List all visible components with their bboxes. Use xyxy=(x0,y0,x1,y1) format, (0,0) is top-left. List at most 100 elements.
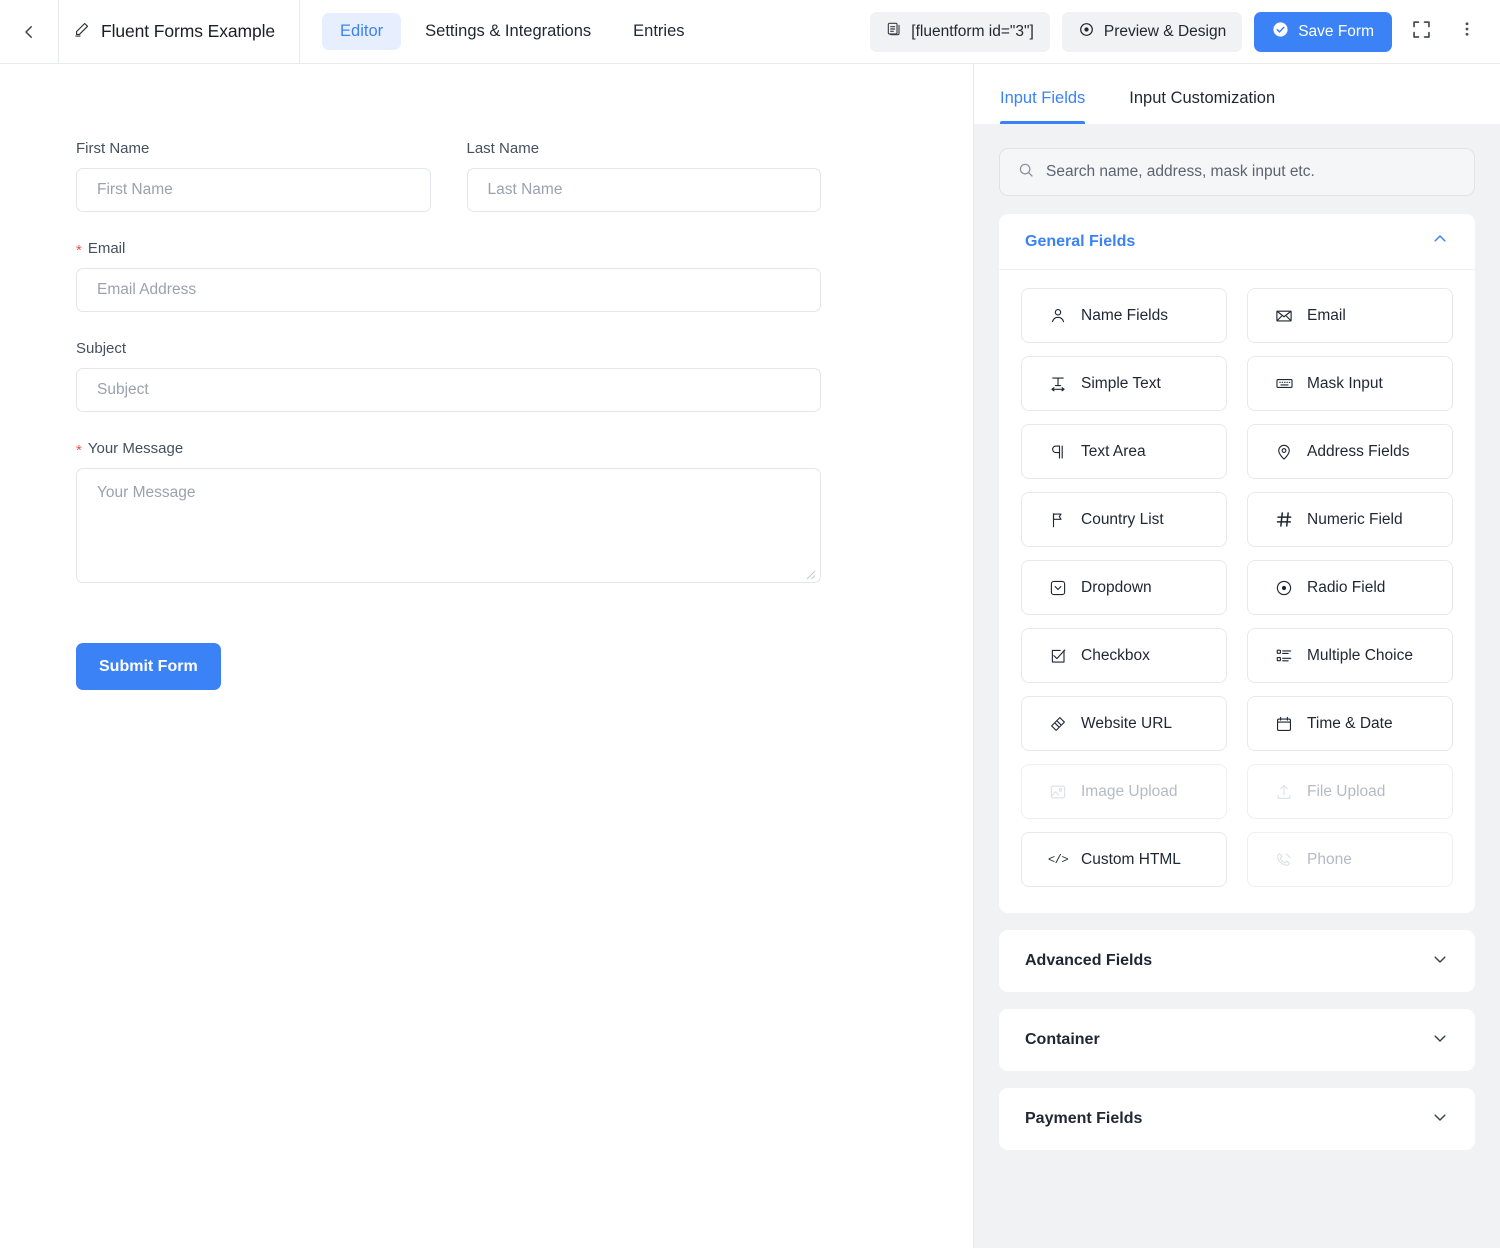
required-marker: * xyxy=(76,242,82,259)
field-button-image-upload: Image Upload xyxy=(1021,764,1227,819)
field-subject[interactable]: Subject Subject xyxy=(76,340,821,412)
field-button-time-date[interactable]: Time & Date xyxy=(1247,696,1453,751)
subject-label: Subject xyxy=(76,340,821,357)
field-button-multiple-choice[interactable]: Multiple Choice xyxy=(1247,628,1453,683)
first-name-label: First Name xyxy=(76,140,431,157)
field-label: Dropdown xyxy=(1081,578,1152,596)
shortcode-button[interactable]: [fluentform id="3"] xyxy=(870,11,1050,52)
panel-header-payment-fields[interactable]: Payment Fields xyxy=(999,1088,1475,1150)
preview-design-button[interactable]: Preview & Design xyxy=(1061,11,1243,52)
field-button-text-area[interactable]: Text Area xyxy=(1021,424,1227,479)
search-icon xyxy=(1018,162,1034,183)
field-label: Custom HTML xyxy=(1081,850,1181,868)
field-label: Country List xyxy=(1081,510,1164,528)
back-button[interactable] xyxy=(0,0,58,63)
field-label: Address Fields xyxy=(1307,442,1410,460)
field-button-custom-html[interactable]: </> Custom HTML xyxy=(1021,832,1227,887)
panel-header-container[interactable]: Container xyxy=(999,1009,1475,1071)
kebab-menu-icon xyxy=(1458,20,1476,43)
form-canvas: First Name First Name Last Name Last Nam… xyxy=(0,64,973,1248)
last-name-input[interactable]: Last Name xyxy=(466,168,821,212)
tab-input-customization[interactable]: Input Customization xyxy=(1129,89,1297,124)
panel-body-general-fields: Name Fields Email Simple Text Mask Input… xyxy=(999,269,1475,913)
sidebar-body: Search name, address, mask input etc. Ge… xyxy=(974,124,1500,1150)
field-label: Text Area xyxy=(1081,442,1146,460)
chevron-left-icon xyxy=(20,23,38,41)
tab-entries[interactable]: Entries xyxy=(615,13,702,50)
chevron-down-icon xyxy=(1431,1108,1449,1131)
panel-payment-fields: Payment Fields xyxy=(999,1088,1475,1150)
main-nav-tabs: Editor Settings & Integrations Entries xyxy=(322,13,702,50)
field-button-email[interactable]: Email xyxy=(1247,288,1453,343)
your-message-textarea[interactable]: Your Message xyxy=(76,468,821,583)
panel-header-general-fields[interactable]: General Fields xyxy=(999,214,1475,269)
field-button-checkbox[interactable]: Checkbox xyxy=(1021,628,1227,683)
fields-sidebar: Input Fields Input Customization Search … xyxy=(973,64,1500,1248)
your-message-placeholder: Your Message xyxy=(97,484,196,501)
field-label: Phone xyxy=(1307,850,1352,868)
form-title-block[interactable]: Fluent Forms Example xyxy=(58,0,301,63)
more-options-button[interactable] xyxy=(1450,15,1484,49)
code-tags-icon: </> xyxy=(1047,852,1069,867)
subject-label-text: Subject xyxy=(76,340,127,357)
field-button-website-url[interactable]: Website URL xyxy=(1021,696,1227,751)
keyboard-icon xyxy=(1274,374,1294,393)
field-label: Numeric Field xyxy=(1307,510,1403,528)
search-input[interactable]: Search name, address, mask input etc. xyxy=(999,148,1475,196)
text-width-icon xyxy=(1048,375,1068,393)
pencil-icon xyxy=(73,21,90,43)
save-form-label: Save Form xyxy=(1298,22,1374,40)
user-icon xyxy=(1048,307,1068,325)
field-button-dropdown[interactable]: Dropdown xyxy=(1021,560,1227,615)
field-first-name[interactable]: First Name First Name xyxy=(76,140,431,212)
topbar-actions: [fluentform id="3"] Preview & Design Sav… xyxy=(870,11,1500,52)
field-email[interactable]: * Email Email Address xyxy=(76,240,821,312)
resize-grip-icon[interactable] xyxy=(804,567,816,580)
first-name-input[interactable]: First Name xyxy=(76,168,431,212)
field-button-name-fields[interactable]: Name Fields xyxy=(1021,288,1227,343)
field-your-message[interactable]: * Your Message Your Message xyxy=(76,440,821,583)
email-field[interactable]: Email Address xyxy=(76,268,821,312)
radio-circle-icon xyxy=(1274,579,1294,597)
phone-icon xyxy=(1274,851,1294,869)
link-diamond-icon xyxy=(1048,715,1068,733)
sidebar-tabs: Input Fields Input Customization xyxy=(974,64,1500,124)
field-label: Time & Date xyxy=(1307,714,1393,732)
map-pin-icon xyxy=(1274,443,1294,461)
field-button-phone: Phone xyxy=(1247,832,1453,887)
field-button-file-upload: File Upload xyxy=(1247,764,1453,819)
panel-title-advanced-fields: Advanced Fields xyxy=(1025,952,1153,969)
paragraph-icon xyxy=(1048,443,1068,461)
tab-editor[interactable]: Editor xyxy=(322,13,402,50)
field-label: Image Upload xyxy=(1081,782,1178,800)
panel-title-payment-fields: Payment Fields xyxy=(1025,1110,1143,1127)
panel-advanced-fields: Advanced Fields xyxy=(999,930,1475,992)
field-label: Name Fields xyxy=(1081,306,1168,324)
tab-settings-integrations[interactable]: Settings & Integrations xyxy=(407,13,609,50)
upload-arrow-icon xyxy=(1274,783,1294,801)
field-button-numeric-field[interactable]: Numeric Field xyxy=(1247,492,1453,547)
field-button-address-fields[interactable]: Address Fields xyxy=(1247,424,1453,479)
chevron-up-icon xyxy=(1431,230,1449,253)
list-check-icon xyxy=(1274,647,1294,665)
subject-input[interactable]: Subject xyxy=(76,368,821,412)
field-button-mask-input[interactable]: Mask Input xyxy=(1247,356,1453,411)
field-button-radio-field[interactable]: Radio Field xyxy=(1247,560,1453,615)
field-button-country-list[interactable]: Country List xyxy=(1021,492,1227,547)
first-name-label-text: First Name xyxy=(76,140,150,157)
last-name-label-text: Last Name xyxy=(466,140,540,157)
field-last-name[interactable]: Last Name Last Name xyxy=(466,140,821,212)
email-label: * Email xyxy=(76,240,821,259)
field-label: Email xyxy=(1307,306,1346,324)
save-form-button[interactable]: Save Form xyxy=(1254,11,1392,52)
panel-header-advanced-fields[interactable]: Advanced Fields xyxy=(999,930,1475,992)
search-placeholder: Search name, address, mask input etc. xyxy=(1046,163,1315,180)
field-label: Multiple Choice xyxy=(1307,646,1413,664)
submit-form-button[interactable]: Submit Form xyxy=(76,643,221,690)
tab-input-fields[interactable]: Input Fields xyxy=(1000,89,1107,124)
field-button-simple-text[interactable]: Simple Text xyxy=(1021,356,1227,411)
your-message-label: * Your Message xyxy=(76,440,821,458)
fullscreen-button[interactable] xyxy=(1404,15,1438,49)
check-square-icon xyxy=(1048,647,1068,665)
calendar-icon xyxy=(1274,715,1294,733)
